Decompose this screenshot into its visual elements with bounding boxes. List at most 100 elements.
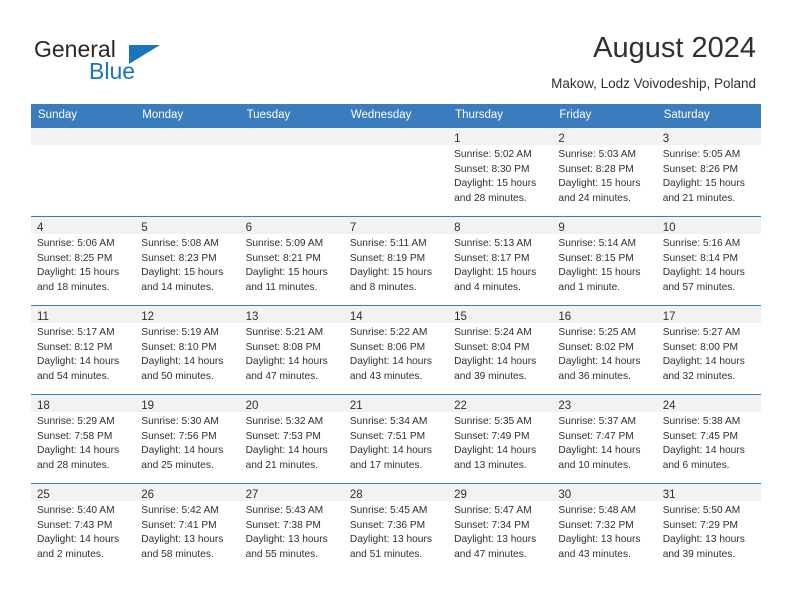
calendar-day-cell[interactable]: 19 Sunrise: 5:30 AM Sunset: 7:56 PM Dayligh… [135,394,240,484]
day-number-band: 5 [135,217,240,234]
day-number: 10 [662,222,676,234]
day-cell-inner: 8 Sunrise: 5:13 AM Sunset: 8:17 PM Daylight… [448,217,553,305]
day-number-band: 12 [135,306,240,323]
calendar-day-cell[interactable]: 3 Sunrise: 5:05 AM Sunset: 8:26 PM Daylight… [656,127,761,217]
day-number: 28 [349,489,363,501]
day-details: Sunrise: 5:34 AM Sunset: 7:51 PM Daylight:… [344,412,448,473]
calendar-day-cell[interactable]: 10 Sunrise: 5:16 AM Sunset: 8:14 PM Dayligh… [656,216,761,306]
calendar-day-cell[interactable]: 31 Sunrise: 5:50 AM Sunset: 7:29 PM Dayligh… [656,483,761,572]
day-number: 1 [454,133,461,145]
day-number: 25 [37,489,50,501]
day-details: Sunrise: 5:21 AM Sunset: 8:08 PM Daylight:… [240,323,344,384]
calendar-day-cell[interactable]: 24 Sunrise: 5:38 AM Sunset: 7:45 PM Dayligh… [656,394,761,484]
page-header: General Blue August 2024 Makow, Lodz Voi… [0,0,792,100]
calendar-day-cell[interactable]: 2 Sunrise: 5:03 AM Sunset: 8:28 PM Daylight… [552,127,657,217]
calendar-day-cell[interactable]: 21 Sunrise: 5:34 AM Sunset: 7:51 PM Dayligh… [343,394,449,484]
calendar-day-cell[interactable]: 26 Sunrise: 5:42 AM Sunset: 7:41 PM Dayligh… [135,483,240,572]
calendar-day-cell[interactable]: 25 Sunrise: 5:40 AM Sunset: 7:43 PM Dayligh… [31,483,136,572]
sunrise-text: Sunrise: 5:50 AM [662,505,741,516]
calendar-day-cell[interactable]: 8 Sunrise: 5:13 AM Sunset: 8:17 PM Daylight… [448,216,553,306]
day-cell-inner: 6 Sunrise: 5:09 AM Sunset: 8:21 PM Daylight… [239,217,344,305]
calendar-day-cell[interactable]: 1 Sunrise: 5:02 AM Sunset: 8:30 PM Daylight… [448,127,553,217]
calendar-day-cell[interactable]: 7 Sunrise: 5:11 AM Sunset: 8:19 PM Daylight… [343,216,449,306]
daylight-text: Daylight: 13 hours [245,534,328,545]
calendar-day-cell[interactable]: 6 Sunrise: 5:09 AM Sunset: 8:21 PM Daylight… [239,216,344,306]
daylight-text-cont: and 28 minutes. [454,192,527,204]
day-number-band: 21 [343,395,449,412]
calendar-day-cell[interactable]: 27 Sunrise: 5:43 AM Sunset: 7:38 PM Dayligh… [239,483,344,572]
day-cell-inner [135,128,240,216]
calendar-day-cell-empty [239,127,344,217]
day-number-band [31,128,136,145]
calendar-day-cell[interactable]: 5 Sunrise: 5:08 AM Sunset: 8:23 PM Daylight… [135,216,240,306]
day-cell-inner: 28 Sunrise: 5:45 AM Sunset: 7:36 PM Dayligh… [343,484,449,572]
daylight-text-cont: and 21 minutes. [662,192,736,204]
calendar-day-cell[interactable]: 28 Sunrise: 5:45 AM Sunset: 7:36 PM Dayligh… [343,483,449,572]
day-details: Sunrise: 5:37 AM Sunset: 7:47 PM Daylight:… [552,412,656,473]
daylight-text-cont: and 17 minutes. [349,459,423,471]
sunrise-text: Sunrise: 5:22 AM [349,327,428,338]
calendar-day-cell[interactable]: 29 Sunrise: 5:47 AM Sunset: 7:34 PM Dayligh… [448,483,553,572]
day-cell-inner: 22 Sunrise: 5:35 AM Sunset: 7:49 PM Dayligh… [448,395,553,483]
day-details: Sunrise: 5:38 AM Sunset: 7:45 PM Daylight:… [657,412,761,473]
calendar-day-cell[interactable]: 9 Sunrise: 5:14 AM Sunset: 8:15 PM Daylight… [552,216,657,306]
sunset-text: Sunset: 8:30 PM [454,163,530,175]
sunrise-text: Sunrise: 5:14 AM [558,238,636,249]
day-details [344,145,448,148]
day-details: Sunrise: 5:25 AM Sunset: 8:02 PM Daylight:… [552,323,656,384]
calendar-day-cell[interactable]: 16 Sunrise: 5:25 AM Sunset: 8:02 PM Dayligh… [552,305,657,395]
daylight-text: Daylight: 15 hours [245,267,328,278]
day-number-band: 28 [343,484,449,501]
calendar-day-cell[interactable]: 14 Sunrise: 5:22 AM Sunset: 8:06 PM Dayligh… [343,305,449,395]
day-cell-inner [31,128,136,216]
daylight-text: Daylight: 15 hours [454,178,537,189]
day-details: Sunrise: 5:35 AM Sunset: 7:49 PM Daylight:… [448,412,552,473]
day-number-band: 30 [552,484,657,501]
sunrise-text: Sunrise: 5:38 AM [662,416,741,427]
calendar-day-cell[interactable]: 13 Sunrise: 5:21 AM Sunset: 8:08 PM Dayligh… [239,305,344,395]
sunset-text: Sunset: 8:17 PM [454,252,530,264]
day-number-band: 2 [552,128,657,145]
calendar-day-cell[interactable]: 18 Sunrise: 5:29 AM Sunset: 7:58 PM Dayligh… [31,394,136,484]
calendar-day-cell[interactable]: 12 Sunrise: 5:19 AM Sunset: 8:10 PM Dayligh… [135,305,240,395]
sunset-text: Sunset: 8:15 PM [558,252,634,264]
day-number: 14 [349,311,363,323]
day-details: Sunrise: 5:40 AM Sunset: 7:43 PM Daylight:… [31,501,135,562]
sunrise-text: Sunrise: 5:09 AM [245,238,324,249]
sunset-text: Sunset: 8:04 PM [454,341,530,353]
daylight-text-cont: and 58 minutes. [141,548,214,560]
daylight-text: Daylight: 14 hours [662,356,745,367]
sunrise-text: Sunrise: 5:47 AM [454,505,532,516]
sunset-text: Sunset: 7:34 PM [454,519,530,531]
day-cell-inner: 26 Sunrise: 5:42 AM Sunset: 7:41 PM Dayligh… [135,484,240,572]
day-number-band: 13 [239,306,344,323]
sunset-text: Sunset: 7:45 PM [662,430,739,442]
calendar-day-cell[interactable]: 20 Sunrise: 5:32 AM Sunset: 7:53 PM Dayligh… [239,394,344,484]
day-details: Sunrise: 5:09 AM Sunset: 8:21 PM Daylight:… [240,234,344,295]
day-number-band: 17 [656,306,761,323]
day-number: 5 [141,222,148,234]
calendar-day-cell[interactable]: 11 Sunrise: 5:17 AM Sunset: 8:12 PM Dayligh… [31,305,136,395]
daylight-text-cont: and 21 minutes. [245,459,319,471]
daylight-text-cont: and 32 minutes. [662,370,736,382]
daylight-text: Daylight: 13 hours [662,534,745,545]
day-cell-inner: 23 Sunrise: 5:37 AM Sunset: 7:47 PM Dayligh… [552,395,657,483]
day-cell-inner: 17 Sunrise: 5:27 AM Sunset: 8:00 PM Dayligh… [656,306,761,394]
day-cell-inner: 7 Sunrise: 5:11 AM Sunset: 8:19 PM Daylight… [343,217,449,305]
day-number-band: 22 [448,395,553,412]
calendar-day-cell[interactable]: 17 Sunrise: 5:27 AM Sunset: 8:00 PM Dayligh… [656,305,761,395]
sunset-text: Sunset: 8:23 PM [141,252,217,264]
calendar-day-cell[interactable]: 15 Sunrise: 5:24 AM Sunset: 8:04 PM Dayligh… [448,305,553,395]
calendar-day-cell[interactable]: 30 Sunrise: 5:48 AM Sunset: 7:32 PM Dayligh… [552,483,657,572]
daylight-text: Daylight: 15 hours [558,267,641,278]
calendar-day-cell[interactable]: 23 Sunrise: 5:37 AM Sunset: 7:47 PM Dayligh… [552,394,657,484]
daylight-text-cont: and 51 minutes. [349,548,423,560]
calendar-day-cell[interactable]: 4 Sunrise: 5:06 AM Sunset: 8:25 PM Daylight… [31,216,136,306]
day-cell-inner: 2 Sunrise: 5:03 AM Sunset: 8:28 PM Daylight… [552,128,657,216]
calendar-day-cell[interactable]: 22 Sunrise: 5:35 AM Sunset: 7:49 PM Dayligh… [448,394,553,484]
day-number-band: 24 [656,395,761,412]
sunset-text: Sunset: 8:06 PM [349,341,426,353]
day-cell-inner: 9 Sunrise: 5:14 AM Sunset: 8:15 PM Daylight… [552,217,657,305]
daylight-text: Daylight: 14 hours [245,356,328,367]
daylight-text-cont: and 11 minutes. [245,281,318,293]
